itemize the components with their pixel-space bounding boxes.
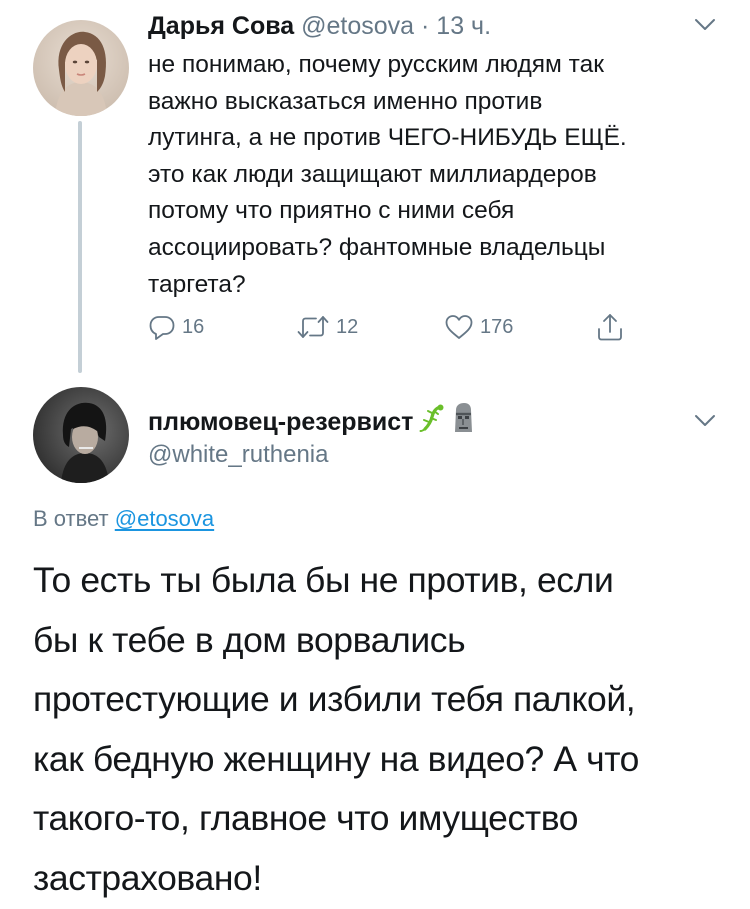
author-name-row: плюмовец-резервист xyxy=(148,402,475,441)
share-icon xyxy=(598,314,622,341)
thread-connector-line xyxy=(78,121,82,373)
tweet-text-line: лутинга, а не против ЧЕГО-НИБУДЬ ЕЩЁ. xyxy=(148,124,627,152)
author-name[interactable]: Дарья Сова xyxy=(148,12,294,40)
tweet-text-line: это как люди защищают миллиардеров xyxy=(148,160,597,188)
tweet-header: Дарья Сова @etosova · 13 ч. xyxy=(148,11,491,41)
author-handle[interactable]: @etosova xyxy=(301,12,414,40)
reply-button[interactable]: 16 xyxy=(148,309,204,345)
avatar-image xyxy=(33,387,129,483)
avatar-image xyxy=(33,20,129,116)
tweet-text-line: таргета? xyxy=(148,270,246,298)
retweet-icon xyxy=(297,316,329,338)
avatar[interactable] xyxy=(33,20,129,116)
tweet-text-line: протестующие и избили тебя палкой, xyxy=(33,679,636,719)
retweet-count: 12 xyxy=(336,315,359,338)
like-count: 176 xyxy=(480,315,514,338)
reply-mention-link[interactable]: @etosova xyxy=(115,506,214,531)
chevron-down-icon[interactable] xyxy=(694,18,716,32)
avatar[interactable] xyxy=(33,387,129,483)
tweet-text: То есть ты была бы не против, если бы к … xyxy=(33,551,733,908)
tweet-text-line: не понимаю, почему русским людям так xyxy=(148,51,604,78)
tweet-text-line: застраховано! xyxy=(33,857,262,898)
author-name[interactable]: плюмовец-резервист xyxy=(148,407,413,437)
retweet-button[interactable]: 12 xyxy=(296,309,358,345)
share-button[interactable] xyxy=(596,309,624,345)
like-button[interactable]: 176 xyxy=(444,309,513,345)
tweet-text-line: То есть ты была бы не против, если xyxy=(33,560,614,600)
heart-icon xyxy=(445,315,473,339)
tweet-text: не понимаю, почему русским людям так важ… xyxy=(148,47,728,303)
lizard-emoji-icon xyxy=(419,403,445,440)
tweet-text-line: такого-то, главное что имущество xyxy=(33,798,579,838)
moai-emoji-icon xyxy=(451,402,475,441)
tweet-text-line: потому что приятно с ними себя xyxy=(148,197,515,225)
tweet-text-line: ассоциировать? фантомные владельцы xyxy=(148,233,606,261)
tweet-timestamp[interactable]: 13 ч. xyxy=(436,12,491,40)
chevron-down-icon[interactable] xyxy=(694,414,716,428)
separator-dot: · xyxy=(421,12,430,40)
tweet-text-line: важно высказаться именно против xyxy=(148,87,543,115)
reply-icon xyxy=(149,316,175,340)
tweet-text-line: как бедную женщину на видео? А что xyxy=(33,738,640,779)
reply-count: 16 xyxy=(182,315,205,338)
author-handle[interactable]: @white_ruthenia xyxy=(148,440,328,470)
reply-prefix: В ответ xyxy=(33,506,109,531)
tweet-actions: 16 12 176 xyxy=(148,309,648,345)
tweet-text-line: бы к тебе в дом ворвались xyxy=(33,619,466,660)
reply-context: В ответ @etosova xyxy=(33,505,214,533)
